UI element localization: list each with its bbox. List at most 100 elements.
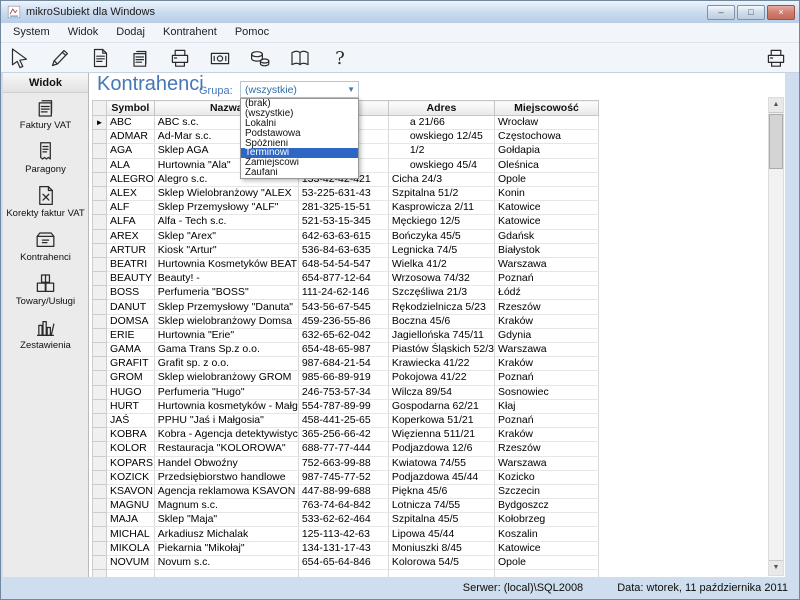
table-row[interactable]: DOMSASklep wielobranżowy Domsa459-236-55… (93, 314, 599, 328)
cell-nip[interactable]: 536-84-63-635 (298, 243, 388, 257)
cell-miejscowosc[interactable]: Opole (494, 555, 598, 569)
cell-adres[interactable]: Kasprowicza 2/11 (388, 201, 494, 215)
cell-nip[interactable]: 654-877-12-64 (298, 272, 388, 286)
table-row[interactable]: KSAVONAgencja reklamowa KSAVON447-88-99-… (93, 484, 599, 498)
payments-button[interactable] (245, 44, 275, 72)
table-row[interactable]: DANUTSklep Przemysłowy "Danuta"543-56-67… (93, 300, 599, 314)
cell-nazwa[interactable]: Hurtownia "Erie" (154, 328, 298, 342)
cell-symbol[interactable]: KOLOR (107, 442, 155, 456)
cell-nip[interactable]: 642-63-63-615 (298, 229, 388, 243)
cell-nazwa[interactable]: Beauty! - (154, 272, 298, 286)
cell-symbol[interactable]: ADMAR (107, 130, 155, 144)
cell-symbol[interactable]: AREX (107, 229, 155, 243)
table-row[interactable]: ALFSklep Przemysłowy "ALF"281-325-15-51K… (93, 201, 599, 215)
cell-nip[interactable]: 654-65-64-846 (298, 555, 388, 569)
menu-dodaj[interactable]: Dodaj (107, 23, 154, 42)
cell-nazwa[interactable]: Alfa - Tech s.c. (154, 215, 298, 229)
cell-nazwa[interactable]: Sklep Wielobranżowy "ALEX (154, 186, 298, 200)
cell-symbol[interactable]: HURT (107, 399, 155, 413)
dropdown-option-podstawowa[interactable]: Podstawowa (241, 129, 358, 139)
cell-adres[interactable]: 1/2 (388, 144, 494, 158)
cell-miejscowosc[interactable]: Białystok (494, 243, 598, 257)
cell-adres[interactable]: Wilcza 89/54 (388, 385, 494, 399)
dropdown-option-lokalni[interactable]: Lokalni (241, 119, 358, 129)
cell-symbol[interactable]: MAJA (107, 513, 155, 527)
cell-miejscowosc[interactable]: Gdynia (494, 328, 598, 342)
menu-system[interactable]: System (4, 23, 59, 42)
cell-adres[interactable]: Boczna 45/6 (388, 314, 494, 328)
cell-nazwa[interactable]: PPHU "Jaś i Małgosia" (154, 413, 298, 427)
menu-widok[interactable]: Widok (59, 23, 108, 42)
titlebar[interactable]: mikroSubiekt dla Windows – □ × (1, 1, 799, 23)
cell-nazwa[interactable]: Sklep Przemysłowy "Danuta" (154, 300, 298, 314)
sidebar-item-zestawienia[interactable]: Zestawienia (3, 313, 88, 357)
cell-miejscowosc[interactable]: Kłaj (494, 399, 598, 413)
table-row[interactable]: JAŚPPHU "Jaś i Małgosia"458-441-25-65Kop… (93, 413, 599, 427)
cell-adres[interactable] (388, 570, 494, 578)
cell-miejscowosc[interactable]: Oleśnica (494, 158, 598, 172)
cell-symbol[interactable]: ALEGRO (107, 172, 155, 186)
cell-miejscowosc[interactable]: Warszawa (494, 257, 598, 271)
cell-symbol[interactable]: DANUT (107, 300, 155, 314)
cell-symbol[interactable]: GROM (107, 371, 155, 385)
cell-symbol[interactable] (107, 570, 155, 578)
cell-nip[interactable]: 985-66-89-919 (298, 371, 388, 385)
scroll-up-icon[interactable]: ▲ (769, 98, 783, 113)
cell-miejscowosc[interactable]: Katowice (494, 201, 598, 215)
cell-nazwa[interactable]: Sklep "Maja" (154, 513, 298, 527)
table-row[interactable] (93, 570, 599, 578)
cell-adres[interactable]: Legnicka 74/5 (388, 243, 494, 257)
cell-adres[interactable]: a 21/66 (388, 116, 494, 130)
cell-symbol[interactable]: GAMA (107, 343, 155, 357)
table-row[interactable]: HURTHurtownia kosmetyków - Małg554-787-8… (93, 399, 599, 413)
cell-nazwa[interactable]: Magnum s.c. (154, 499, 298, 513)
cell-nip[interactable]: 53-225-631-43 (298, 186, 388, 200)
cell-miejscowosc[interactable]: Poznań (494, 371, 598, 385)
table-row[interactable]: BEATRIHurtownia Kosmetyków BEAT648-54-54… (93, 257, 599, 271)
cell-symbol[interactable]: ARTUR (107, 243, 155, 257)
cell-nip[interactable]: 125-113-42-63 (298, 527, 388, 541)
cell-adres[interactable]: Bończyka 45/5 (388, 229, 494, 243)
cell-miejscowosc[interactable]: Kozicko (494, 470, 598, 484)
sidebar-item-paragony[interactable]: Paragony (3, 137, 88, 181)
table-row[interactable]: ARTURKiosk "Artur"536-84-63-635Legnicka … (93, 243, 599, 257)
cell-symbol[interactable]: KOBRA (107, 428, 155, 442)
table-row[interactable]: ERIEHurtownia "Erie"632-65-62-042Jagiell… (93, 328, 599, 342)
column-header-symbol[interactable]: Symbol (107, 101, 155, 116)
table-row[interactable]: MAJASklep "Maja"533-62-62-464Szpitalna 4… (93, 513, 599, 527)
cell-symbol[interactable]: MICHAL (107, 527, 155, 541)
cell-nazwa[interactable]: Kiosk "Artur" (154, 243, 298, 257)
cash-register-button[interactable] (205, 44, 235, 72)
cell-miejscowosc[interactable]: Rzeszów (494, 300, 598, 314)
table-row[interactable]: HUGOPerfumeria "Hugo"246-753-57-34Wilcza… (93, 385, 599, 399)
table-row[interactable]: MAGNUMagnum s.c.763-74-64-842Lotnicza 74… (93, 499, 599, 513)
copy-document-button[interactable] (125, 44, 155, 72)
cell-symbol[interactable]: JAŚ (107, 413, 155, 427)
cell-symbol[interactable]: MAGNU (107, 499, 155, 513)
cell-miejscowosc[interactable]: Szczecin (494, 484, 598, 498)
cell-nip[interactable]: 688-77-77-444 (298, 442, 388, 456)
cell-symbol[interactable]: MIKOLA (107, 541, 155, 555)
cell-nip[interactable]: 987-684-21-54 (298, 357, 388, 371)
cell-symbol[interactable]: NOVUM (107, 555, 155, 569)
table-row[interactable]: KOBRAKobra - Agencja detektywistyc365-25… (93, 428, 599, 442)
cell-nazwa[interactable]: Grafit sp. z o.o. (154, 357, 298, 371)
cell-adres[interactable]: Rękodzielnicza 5/23 (388, 300, 494, 314)
table-row[interactable]: KOLORRestauracja "KOLOROWA"688-77-77-444… (93, 442, 599, 456)
table-row[interactable]: GRAFITGrafit sp. z o.o.987-684-21-54Kraw… (93, 357, 599, 371)
cell-nip[interactable]: 533-62-62-464 (298, 513, 388, 527)
table-row[interactable]: NOVUMNovum s.c.654-65-64-846Kolorowa 54/… (93, 555, 599, 569)
table-row[interactable]: GROMSklep wielobranżowy GROM985-66-89-91… (93, 371, 599, 385)
cell-adres[interactable]: Szczęśliwa 21/3 (388, 286, 494, 300)
cell-adres[interactable]: Cicha 24/3 (388, 172, 494, 186)
cell-miejscowosc[interactable]: Wrocław (494, 116, 598, 130)
cell-nazwa[interactable]: Novum s.c. (154, 555, 298, 569)
table-row[interactable]: KOPARSHandel Obwoźny752-663-99-88Kwiatow… (93, 456, 599, 470)
cell-adres[interactable]: Kolorowa 54/5 (388, 555, 494, 569)
cell-nazwa[interactable]: Agencja reklamowa KSAVON (154, 484, 298, 498)
cell-nazwa[interactable]: Restauracja "KOLOROWA" (154, 442, 298, 456)
cell-adres[interactable]: Lotnicza 74/55 (388, 499, 494, 513)
cell-adres[interactable]: Szpitalna 45/5 (388, 513, 494, 527)
minimize-button[interactable]: – (707, 5, 735, 20)
cell-nazwa[interactable]: Hurtownia kosmetyków - Małg (154, 399, 298, 413)
